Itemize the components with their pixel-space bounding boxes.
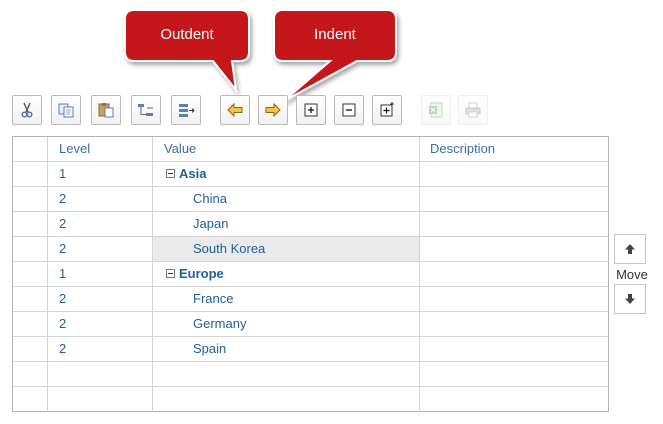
header-select-cell (13, 137, 48, 161)
move-label: Move (616, 267, 648, 282)
value-text: Asia (179, 166, 207, 181)
level-cell: 2 (48, 287, 153, 311)
table-row[interactable]: 1 Europe (13, 262, 608, 287)
indent-callout-label: Indent (314, 26, 356, 43)
row-select-cell[interactable] (13, 362, 48, 386)
insert-sibling-button[interactable] (171, 95, 201, 125)
header-level[interactable]: Level (48, 137, 153, 161)
level-cell: 2 (48, 187, 153, 211)
plus-box-icon (304, 103, 318, 117)
export-excel-button[interactable] (421, 95, 451, 125)
header-description[interactable]: Description (420, 137, 608, 161)
value-cell: Germany (153, 312, 420, 336)
value-text: Europe (179, 266, 224, 281)
description-cell (420, 187, 608, 211)
row-select-cell[interactable] (13, 162, 48, 186)
indent-button[interactable] (258, 95, 288, 125)
value-cell (153, 387, 420, 412)
row-select-cell[interactable] (13, 262, 48, 286)
description-cell (420, 237, 608, 261)
outdent-button[interactable] (220, 95, 250, 125)
description-cell (420, 212, 608, 236)
description-cell (420, 287, 608, 311)
row-select-cell[interactable] (13, 237, 48, 261)
row-select-cell[interactable] (13, 187, 48, 211)
copy-icon (58, 103, 74, 118)
empty-row[interactable] (13, 362, 608, 387)
row-select-cell[interactable] (13, 387, 48, 412)
cut-button[interactable] (12, 95, 42, 125)
row-select-cell[interactable] (13, 287, 48, 311)
outdent-callout-bubble (124, 9, 250, 94)
paste-button[interactable] (91, 95, 121, 125)
level-cell: 1 (48, 262, 153, 286)
move-up-button[interactable] (614, 234, 646, 264)
table-row[interactable]: 2 Germany (13, 312, 608, 337)
description-cell (420, 262, 608, 286)
level-cell: 1 (48, 162, 153, 186)
row-select-cell[interactable] (13, 337, 48, 361)
description-cell (420, 387, 608, 412)
move-down-button[interactable] (614, 284, 646, 314)
insert-child-button[interactable] (131, 95, 161, 125)
arrow-right-icon (265, 102, 281, 118)
grid-header-row: Level Value Description (13, 137, 608, 162)
arrow-left-icon (227, 102, 243, 118)
row-select-cell[interactable] (13, 312, 48, 336)
table-row[interactable]: 2 China (13, 187, 608, 212)
excel-icon (429, 102, 443, 118)
minus-box-icon (342, 103, 356, 117)
indent-callout-bubble (273, 9, 397, 102)
plus-sparkle-icon (380, 102, 394, 117)
scissors-icon (21, 102, 33, 118)
header-value[interactable]: Value (153, 137, 420, 161)
value-cell: Asia (153, 162, 420, 186)
table-row-selected[interactable]: 2 South Korea (13, 237, 608, 262)
value-cell: France (153, 287, 420, 311)
add-item-button[interactable] (372, 95, 402, 125)
value-cell: South Korea (153, 237, 420, 261)
table-row[interactable]: 1 Asia (13, 162, 608, 187)
tree-grid: Level Value Description 1 Asia 2 China 2… (12, 136, 609, 412)
arrow-down-icon (625, 294, 635, 304)
outdent-callout-label: Outdent (160, 26, 214, 43)
value-cell: China (153, 187, 420, 211)
value-cell: Spain (153, 337, 420, 361)
table-row[interactable]: 2 France (13, 287, 608, 312)
paste-icon (98, 103, 114, 118)
level-cell: 2 (48, 212, 153, 236)
description-cell (420, 337, 608, 361)
level-cell (48, 387, 153, 412)
insert-sibling-icon (179, 104, 195, 117)
table-row[interactable]: 2 Spain (13, 337, 608, 362)
arrow-up-icon (625, 244, 635, 254)
level-cell (48, 362, 153, 386)
row-select-cell[interactable] (13, 212, 48, 236)
value-cell (153, 362, 420, 386)
printer-icon (465, 102, 481, 118)
copy-button[interactable] (51, 95, 81, 125)
description-cell (420, 162, 608, 186)
collapse-toggle-icon[interactable] (166, 269, 175, 279)
description-cell (420, 362, 608, 386)
level-cell: 2 (48, 237, 153, 261)
collapse-toggle-icon[interactable] (166, 169, 175, 179)
print-button[interactable] (458, 95, 488, 125)
description-cell (420, 312, 608, 336)
value-cell: Europe (153, 262, 420, 286)
level-cell: 2 (48, 337, 153, 361)
value-cell: Japan (153, 212, 420, 236)
empty-row[interactable] (13, 387, 608, 412)
level-cell: 2 (48, 312, 153, 336)
expand-all-button[interactable] (296, 95, 326, 125)
insert-child-icon (138, 104, 153, 116)
table-row[interactable]: 2 Japan (13, 212, 608, 237)
collapse-all-button[interactable] (334, 95, 364, 125)
